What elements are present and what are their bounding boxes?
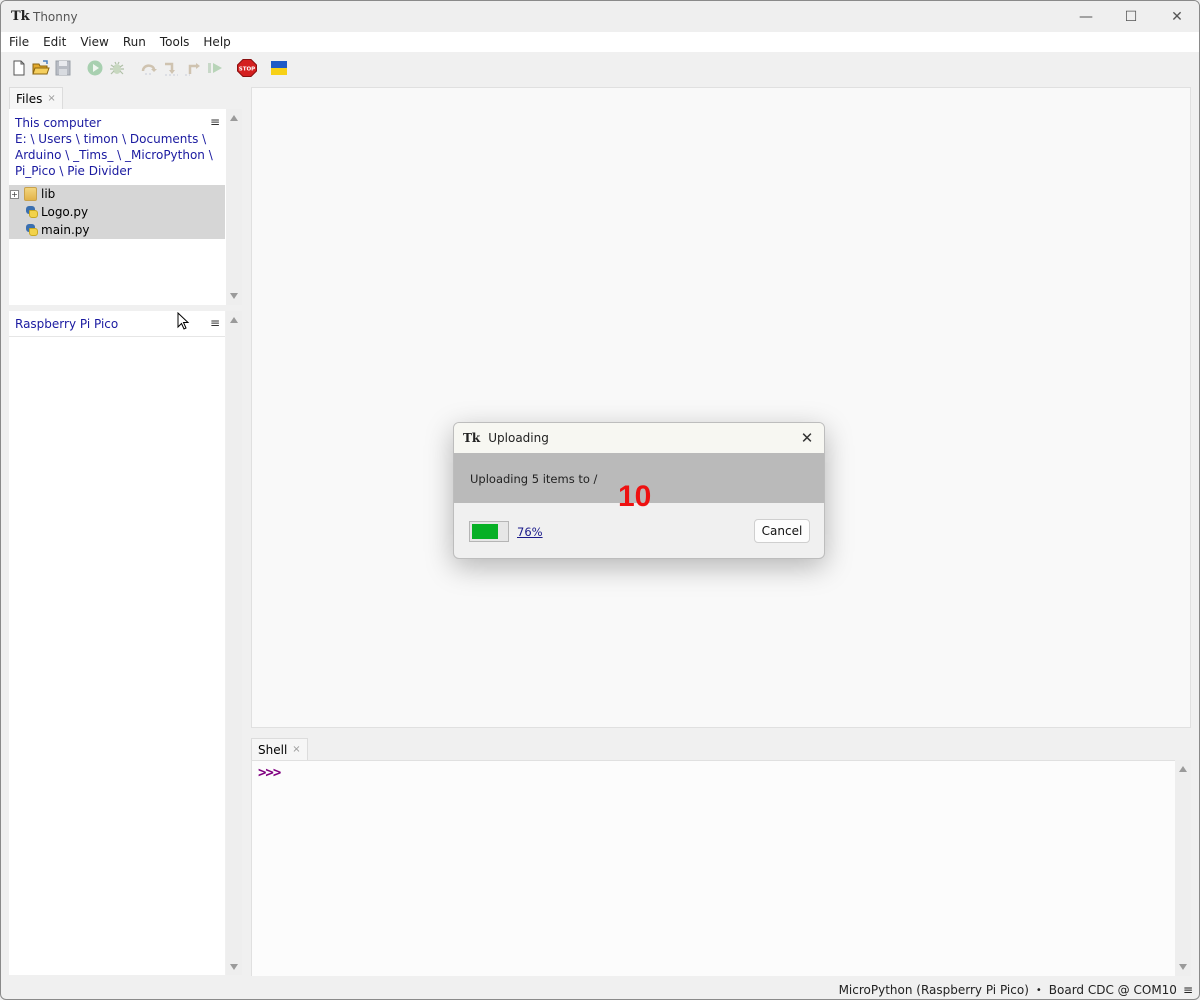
port-status[interactable]: Board CDC @ COM10	[1049, 983, 1177, 997]
step-over-button[interactable]	[140, 59, 158, 77]
tab-files[interactable]: Files ×	[9, 87, 63, 109]
python-file-icon	[25, 205, 39, 219]
menu-file[interactable]: File	[3, 35, 35, 49]
file-item-main-py[interactable]: main.py	[9, 221, 225, 239]
file-item-lib[interactable]: + lib	[9, 185, 225, 203]
shell-prompt: >>>	[258, 765, 281, 781]
tab-files-label: Files	[16, 91, 43, 106]
tab-shell-label: Shell	[258, 742, 288, 757]
debug-button[interactable]	[108, 59, 126, 77]
step-number-overlay: 10	[618, 480, 652, 513]
local-menu-icon[interactable]: ≡	[210, 115, 220, 129]
menu-bar: File Edit View Run Tools Help	[1, 32, 1199, 52]
svg-text:STOP: STOP	[239, 67, 255, 73]
scroll-down-icon[interactable]	[230, 293, 238, 299]
editor-area[interactable]	[251, 87, 1191, 728]
dialog-title-bar: Tk Uploading	[454, 423, 824, 453]
save-file-button[interactable]	[54, 59, 72, 77]
progress-fill	[472, 524, 498, 539]
menu-view[interactable]: View	[74, 35, 114, 49]
open-file-button[interactable]	[32, 59, 50, 77]
close-icon: ✕	[1171, 8, 1183, 25]
device-files-scrollbar[interactable]	[226, 311, 242, 975]
run-button[interactable]	[86, 59, 104, 77]
local-files-scrollbar[interactable]	[226, 109, 242, 305]
upload-progress-bar	[469, 521, 509, 542]
pointer-cursor-icon	[177, 311, 190, 330]
thonny-window: Tk Thonny — ☐ ✕ File Edit View Run Tools…	[0, 0, 1200, 1000]
shell-scrollbar[interactable]	[1175, 760, 1191, 976]
resume-icon	[208, 63, 222, 73]
status-separator: •	[1035, 984, 1042, 996]
debug-bug-icon	[110, 61, 124, 75]
new-file-button[interactable]	[10, 59, 28, 77]
shell-console[interactable]: >>>	[251, 760, 1175, 976]
ukraine-flag-icon	[271, 61, 287, 75]
close-tab-icon[interactable]: ×	[292, 744, 300, 755]
thonny-logo-icon: Tk	[11, 8, 30, 24]
scroll-up-icon[interactable]	[1179, 766, 1187, 772]
thonny-logo-icon: Tk	[463, 431, 481, 445]
new-file-icon	[13, 60, 25, 76]
device-files-panel: Raspberry Pi Pico ≡	[9, 311, 225, 975]
file-name: lib	[41, 187, 56, 201]
step-out-button[interactable]	[184, 59, 202, 77]
dialog-message-area: Uploading 5 items to / 10	[454, 453, 824, 513]
tab-shell[interactable]: Shell ×	[251, 738, 308, 760]
path-line-3[interactable]: Pi_Pico \ Pie Divider	[15, 163, 213, 179]
scroll-up-icon[interactable]	[230, 115, 238, 121]
stop-sign-icon: STOP	[237, 59, 257, 77]
file-name: Logo.py	[41, 205, 89, 219]
maximize-button[interactable]: ☐	[1108, 1, 1154, 32]
step-out-icon	[185, 63, 200, 76]
save-icon	[55, 60, 71, 76]
step-into-icon	[165, 62, 178, 76]
device-menu-icon[interactable]: ≡	[210, 316, 220, 330]
scroll-down-icon[interactable]	[230, 964, 238, 970]
folder-icon	[24, 187, 37, 201]
uploading-dialog: Tk Uploading ✕ Uploading 5 items to / 10…	[453, 422, 825, 559]
resume-button[interactable]	[206, 59, 224, 77]
file-item-logo-py[interactable]: Logo.py	[9, 203, 225, 221]
minimize-button[interactable]: —	[1063, 1, 1109, 32]
dialog-close-button[interactable]: ✕	[796, 427, 818, 449]
scroll-down-icon[interactable]	[1179, 964, 1187, 970]
window-title: Thonny	[33, 9, 78, 24]
open-folder-icon	[32, 60, 50, 75]
expand-icon[interactable]: +	[10, 189, 19, 199]
close-window-button[interactable]: ✕	[1154, 1, 1199, 32]
file-name: main.py	[41, 223, 90, 237]
menu-edit[interactable]: Edit	[37, 35, 72, 49]
scroll-up-icon[interactable]	[230, 317, 238, 323]
close-icon: ✕	[800, 429, 814, 447]
minimize-icon: —	[1079, 8, 1093, 25]
support-ukraine-button[interactable]	[270, 59, 288, 77]
status-bar: MicroPython (Raspberry Pi Pico) • Board …	[1, 979, 1199, 999]
menu-help[interactable]: Help	[197, 35, 236, 49]
cancel-button[interactable]: Cancel	[754, 519, 810, 543]
local-heading[interactable]: This computer	[15, 115, 213, 131]
run-icon	[87, 60, 103, 76]
upload-message: Uploading 5 items to /	[470, 472, 598, 486]
step-over-icon	[141, 64, 157, 75]
progress-percent-link[interactable]: 76%	[517, 525, 543, 539]
maximize-icon: ☐	[1124, 8, 1138, 25]
divider	[9, 336, 225, 337]
path-line-2[interactable]: Arduino \ _Tims_ \ _MicroPython \	[15, 147, 213, 163]
toolbar	[1, 53, 1199, 83]
menu-tools[interactable]: Tools	[154, 35, 196, 49]
menu-run[interactable]: Run	[117, 35, 152, 49]
title-bar: Tk Thonny	[1, 1, 1199, 32]
path-line-1[interactable]: E: \ Users \ timon \ Documents \	[15, 131, 213, 147]
stop-button[interactable]: STOP	[237, 59, 257, 77]
dialog-title: Uploading	[488, 431, 549, 445]
close-tab-icon[interactable]: ×	[47, 93, 55, 104]
status-menu-icon[interactable]: ≡	[1183, 983, 1193, 997]
interpreter-status[interactable]: MicroPython (Raspberry Pi Pico)	[839, 983, 1029, 997]
step-into-button[interactable]	[162, 59, 180, 77]
device-heading[interactable]: Raspberry Pi Pico	[15, 316, 118, 332]
python-file-icon	[25, 223, 39, 237]
